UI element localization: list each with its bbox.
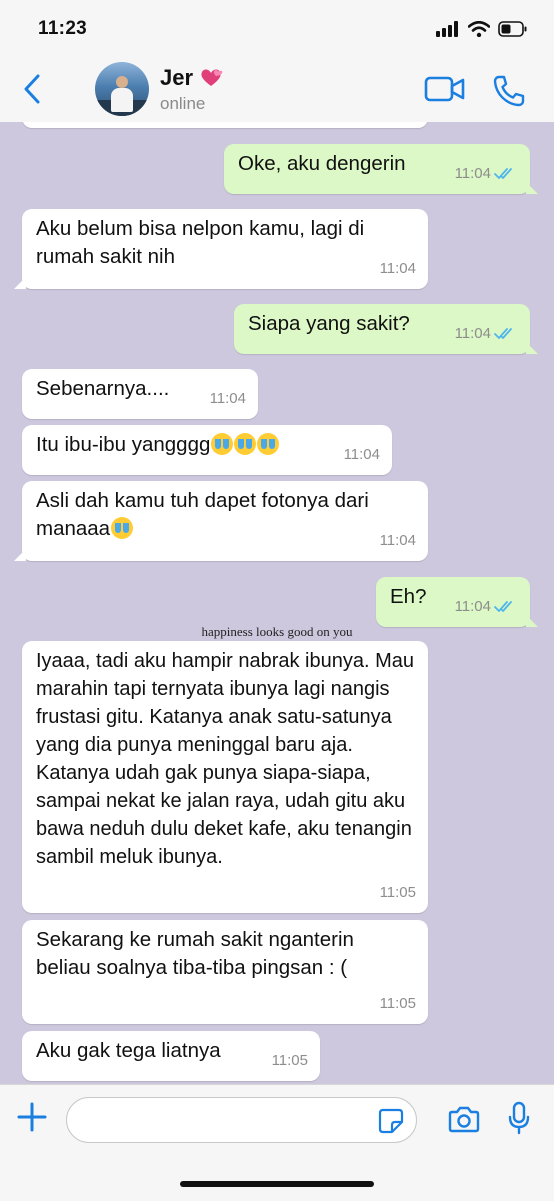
- message-text: Iyaaa, tadi aku hampir nabrak ibunya. Ma…: [36, 650, 414, 868]
- phone-icon[interactable]: [492, 74, 526, 108]
- battery-icon: [498, 21, 527, 37]
- message-meta: 11:04: [455, 593, 518, 621]
- message-time: 11:05: [379, 884, 416, 901]
- message-bubble-incoming[interactable]: Asli dah kamu tuh dapet fotonya dari man…: [14, 481, 428, 561]
- double-check-icon: [494, 601, 512, 612]
- avatar[interactable]: [95, 62, 149, 116]
- message-list[interactable]: Oke, aku dengerin 11:04 Aku belum bisa n…: [0, 122, 554, 1084]
- message-text: Aku gak tega liatnya: [36, 1039, 221, 1062]
- message-time: 11:05: [271, 1052, 308, 1069]
- message-text-row: Asli dah kamu tuh dapet fotonya dari man…: [36, 487, 426, 543]
- message-text: Asli dah kamu tuh dapet fotonya dari man…: [36, 489, 369, 540]
- message-time: 11:04: [454, 165, 491, 182]
- message-text: Sekarang ke rumah sakit nganterin beliau…: [36, 928, 354, 979]
- contact-status: online: [160, 94, 206, 113]
- composer-bar: [0, 1084, 554, 1201]
- message-input[interactable]: [83, 1098, 377, 1142]
- message-meta: 11:05: [380, 879, 416, 907]
- hearts-emoji-icon: [201, 69, 223, 86]
- message-meta: 11:05: [272, 1047, 308, 1075]
- contact-name: Jer: [160, 65, 194, 90]
- crying-emoji-icon: [257, 433, 280, 455]
- message-bubble-outgoing[interactable]: Siapa yang sakit? 11:04: [234, 304, 538, 354]
- signal-icon: [436, 21, 458, 37]
- message-meta: 11:04: [210, 385, 246, 413]
- plus-icon[interactable]: [16, 1101, 48, 1133]
- message-meta: 11:05: [380, 990, 416, 1018]
- message-bubble-outgoing[interactable]: Oke, aku dengerin 11:04: [224, 144, 538, 194]
- message-input-wrapper: [66, 1097, 417, 1143]
- message-bubble-incoming[interactable]: Itu ibu-ibu yangggg 11:04: [22, 425, 392, 475]
- status-icons: [436, 20, 528, 38]
- video-call-icon[interactable]: [424, 74, 466, 104]
- status-bar: 11:23: [0, 0, 554, 56]
- message-text: Aku belum bisa nelpon kamu, lagi di ruma…: [36, 217, 365, 268]
- contact-name-row[interactable]: Jer: [160, 65, 223, 91]
- crying-emoji-icon: [211, 433, 234, 455]
- message-bubble-incoming[interactable]: Aku belum bisa nelpon kamu, lagi di ruma…: [14, 209, 428, 289]
- message-bubble-outgoing[interactable]: Eh? 11:04: [376, 577, 538, 627]
- home-indicator: [180, 1181, 374, 1187]
- message-time: 11:05: [379, 995, 416, 1012]
- back-chevron-icon[interactable]: [20, 72, 44, 106]
- watermark-caption: happiness looks good on you: [201, 624, 353, 639]
- crying-emoji-icon: [234, 433, 257, 455]
- message-time: 11:04: [379, 260, 416, 277]
- camera-icon[interactable]: [448, 1105, 480, 1133]
- wifi-icon: [468, 21, 490, 37]
- message-meta: 11:04: [455, 160, 518, 188]
- sticker-icon[interactable]: [378, 1108, 404, 1134]
- message-time: 11:04: [454, 598, 491, 615]
- message-time: 11:04: [454, 325, 491, 342]
- message-bubble-incoming[interactable]: Iyaaa, tadi aku hampir nabrak ibunya. Ma…: [22, 641, 428, 913]
- chat-header: Jer online: [0, 56, 554, 123]
- message-bubble-incoming[interactable]: Sekarang ke rumah sakit nganterin beliau…: [22, 920, 428, 1024]
- message-text-row: Itu ibu-ibu yangggg: [36, 431, 378, 459]
- message-bubble-partial: [22, 122, 428, 128]
- message-meta: 11:04: [455, 320, 518, 348]
- crying-emoji-icon: [111, 517, 134, 539]
- status-time: 11:23: [38, 18, 88, 39]
- message-meta: 11:04: [380, 255, 416, 283]
- double-check-icon: [494, 168, 512, 179]
- message-time: 11:04: [379, 532, 416, 549]
- message-time: 11:04: [343, 446, 380, 463]
- message-bubble-incoming[interactable]: Sebenarnya.... 11:04: [22, 369, 258, 419]
- message-text: Itu ibu-ibu yangggg: [36, 433, 211, 456]
- double-check-icon: [494, 328, 512, 339]
- message-meta: 11:04: [380, 527, 416, 555]
- microphone-icon[interactable]: [508, 1101, 530, 1135]
- message-bubble-incoming[interactable]: Aku gak tega liatnya 11:05: [22, 1031, 320, 1081]
- message-time: 11:04: [209, 390, 246, 407]
- message-meta: 11:04: [344, 441, 380, 469]
